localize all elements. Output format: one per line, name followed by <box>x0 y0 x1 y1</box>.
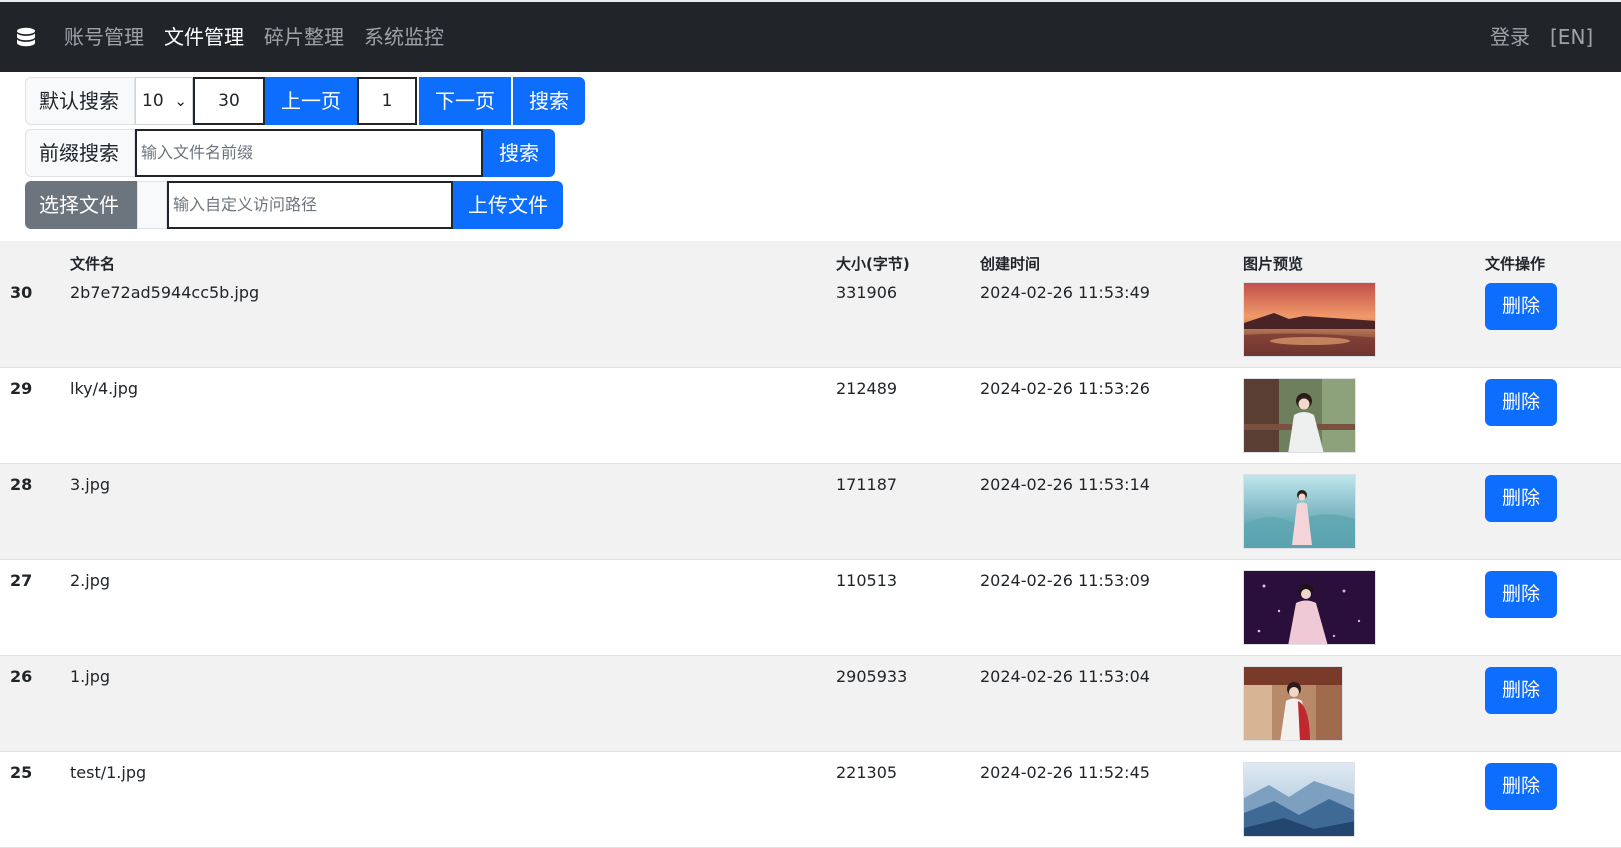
file-name: 1.jpg <box>70 667 111 686</box>
file-name: test/1.jpg <box>70 763 147 782</box>
custom-path-input[interactable]: 输入自定义访问路径 <box>167 181 453 229</box>
header-image-preview: 图片预览 <box>1243 255 1304 273</box>
nav-file-management[interactable]: 文件管理 <box>164 22 244 52</box>
file-name: lky/4.jpg <box>70 379 139 398</box>
table-row: 27 2.jpg 110513 2024-02-26 11:53:09 删除 <box>0 560 1621 656</box>
nav-defragment[interactable]: 碎片整理 <box>264 22 344 52</box>
language-toggle[interactable]: [EN] <box>1550 22 1593 52</box>
delete-button[interactable]: 删除 <box>1485 571 1557 618</box>
delete-button[interactable]: 删除 <box>1485 475 1557 522</box>
created-time: 2024-02-26 11:53:09 <box>980 571 1150 590</box>
default-search-group: 默认搜索 10 ⌄ 30 上一页 1 下一页 搜索 <box>25 77 585 125</box>
table-row: 29 lky/4.jpg 212489 2024-02-26 11:53:26 … <box>0 368 1621 464</box>
navbar: 账号管理 文件管理 碎片整理 系统监控 登录 [EN] <box>0 2 1621 72</box>
default-search-label: 默认搜索 <box>25 77 135 125</box>
upload-group: 选择文件 输入自定义访问路径 上传文件 <box>25 181 563 229</box>
file-size: 110513 <box>836 571 898 590</box>
database-icon[interactable] <box>14 26 38 50</box>
chevron-down-icon: ⌄ <box>174 92 187 110</box>
file-size: 171187 <box>836 475 898 494</box>
table-row: 28 3.jpg 171187 2024-02-26 11:53:14 删除 <box>0 464 1621 560</box>
prefix-search-group: 前缀搜索 输入文件名前缀 搜索 <box>25 129 555 177</box>
prefix-search-label: 前缀搜索 <box>25 129 135 177</box>
mountain-valley-image[interactable] <box>1243 762 1355 837</box>
prefix-search-input[interactable]: 输入文件名前缀 <box>135 129 483 177</box>
created-time: 2024-02-26 11:52:45 <box>980 763 1150 782</box>
created-time: 2024-02-26 11:53:14 <box>980 475 1150 494</box>
delete-button[interactable]: 删除 <box>1485 283 1557 330</box>
row-index: 26 <box>10 667 33 686</box>
page-size-select[interactable]: 10 ⌄ <box>135 77 193 125</box>
created-time: 2024-02-26 11:53:49 <box>980 283 1150 302</box>
row-index: 28 <box>10 475 33 494</box>
nav-account-management[interactable]: 账号管理 <box>64 22 144 52</box>
header-created-time: 创建时间 <box>980 255 1041 273</box>
file-size: 212489 <box>836 379 898 398</box>
default-search-button[interactable]: 搜索 <box>513 77 585 125</box>
singer-misty-stage-image[interactable] <box>1243 474 1356 549</box>
start-index-input[interactable]: 30 <box>193 77 265 125</box>
file-name: 2b7e72ad5944cc5b.jpg <box>70 283 260 302</box>
woman-in-white-dress-image[interactable] <box>1243 378 1356 453</box>
delete-button[interactable]: 删除 <box>1485 379 1557 426</box>
row-index: 30 <box>10 283 33 302</box>
page-size-value: 10 <box>142 91 164 111</box>
header-size: 大小(字节) <box>836 255 910 273</box>
table-row: 30 2b7e72ad5944cc5b.jpg 331906 2024-02-2… <box>0 272 1621 368</box>
file-size: 2905933 <box>836 667 908 686</box>
file-name: 2.jpg <box>70 571 111 590</box>
next-page-button[interactable]: 下一页 <box>419 77 511 125</box>
header-file-name: 文件名 <box>70 255 116 273</box>
woman-red-shawl-image[interactable] <box>1243 666 1343 741</box>
sunset-beach-image[interactable] <box>1243 282 1376 357</box>
row-index: 27 <box>10 571 33 590</box>
file-name: 3.jpg <box>70 475 111 494</box>
prev-page-button[interactable]: 上一页 <box>265 77 357 125</box>
nav-system-monitor[interactable]: 系统监控 <box>364 22 444 52</box>
choose-file-button[interactable]: 选择文件 <box>25 181 137 229</box>
delete-button[interactable]: 删除 <box>1485 667 1557 714</box>
prefix-search-button[interactable]: 搜索 <box>483 129 555 177</box>
row-index: 25 <box>10 763 33 782</box>
created-time: 2024-02-26 11:53:04 <box>980 667 1150 686</box>
row-index: 29 <box>10 379 33 398</box>
page-number-input[interactable]: 1 <box>357 77 417 125</box>
created-time: 2024-02-26 11:53:26 <box>980 379 1150 398</box>
file-size: 331906 <box>836 283 898 302</box>
table-row: 26 1.jpg 2905933 2024-02-26 11:53:04 删除 <box>0 656 1621 752</box>
table-row: 25 test/1.jpg 221305 2024-02-26 11:52:45… <box>0 752 1621 848</box>
delete-button[interactable]: 删除 <box>1485 763 1557 810</box>
header-file-action: 文件操作 <box>1485 255 1546 273</box>
upload-file-button[interactable]: 上传文件 <box>453 181 563 229</box>
login-link[interactable]: 登录 <box>1490 22 1530 52</box>
file-size: 221305 <box>836 763 898 782</box>
singer-purple-stage-image[interactable] <box>1243 570 1376 645</box>
selected-file-display <box>137 181 167 229</box>
